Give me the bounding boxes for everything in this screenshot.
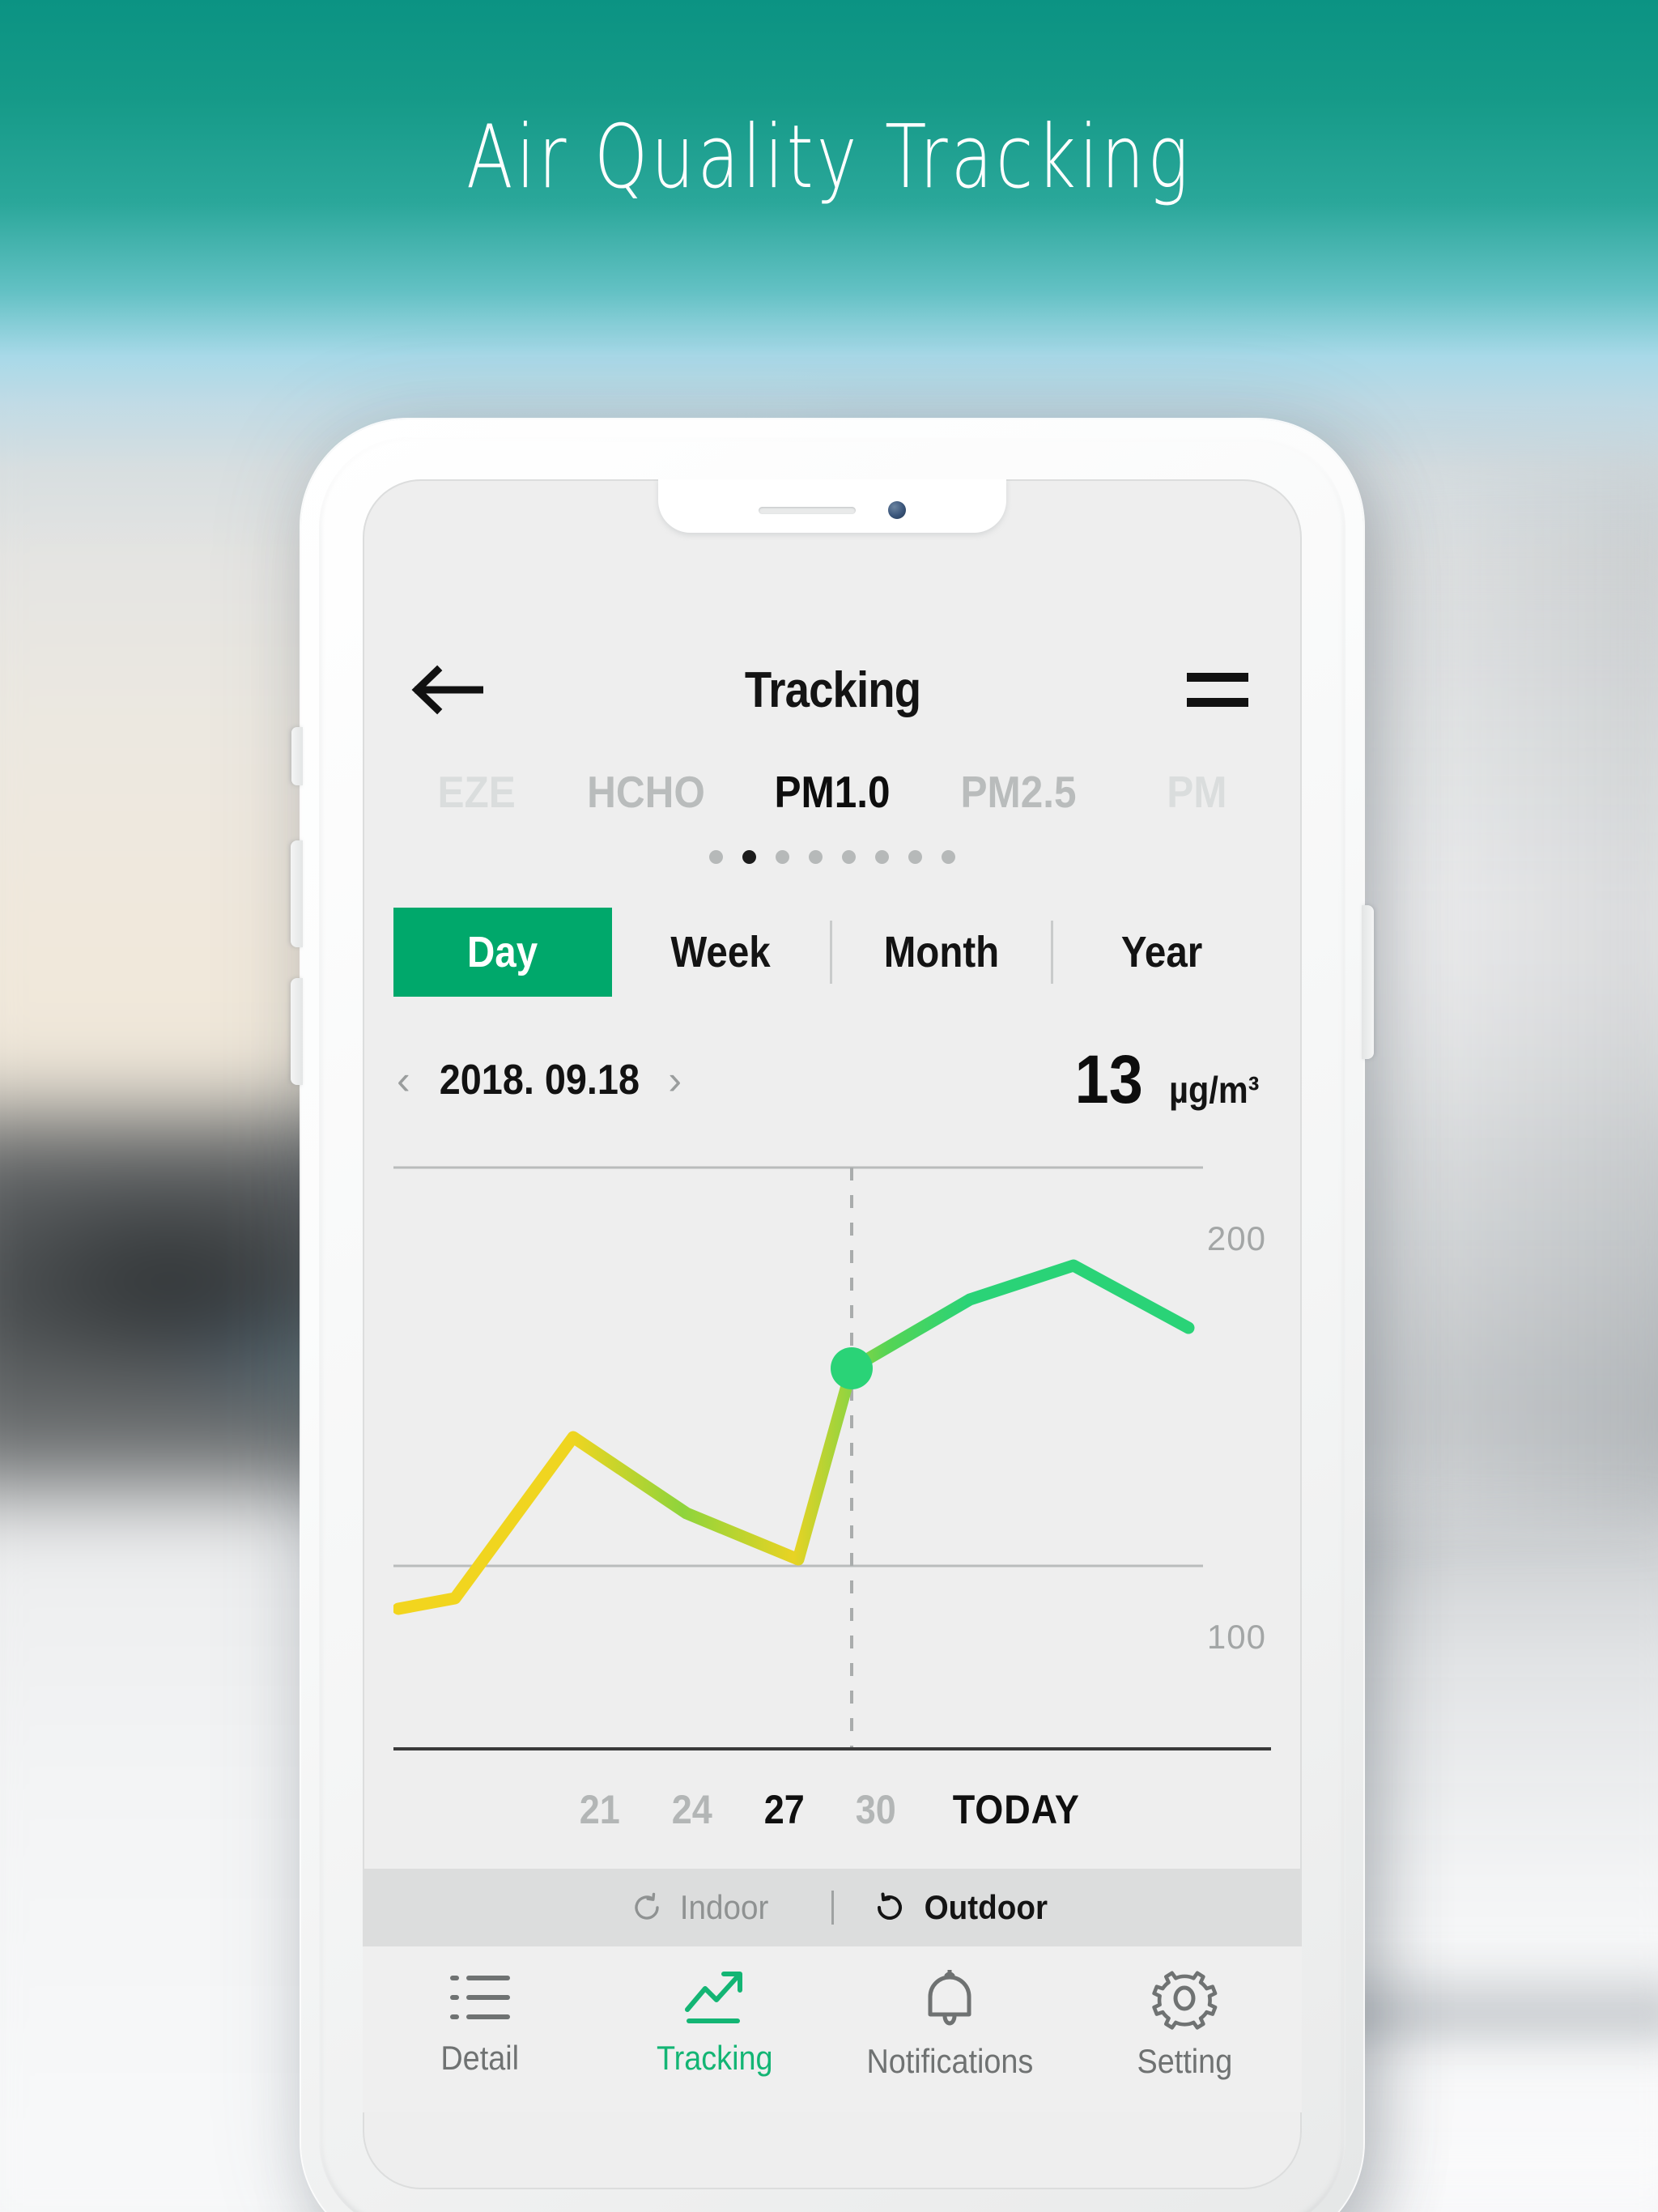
x-tick-24[interactable]: 24 <box>672 1786 712 1833</box>
gear-icon <box>1152 1971 1218 2030</box>
reading-summary: ‹ 2018. 09.18 › 13 µg/m³ <box>393 1040 1271 1119</box>
indoor-label: Indoor <box>679 1888 769 1926</box>
chart-x-axis: 21 24 27 30 TODAY <box>393 1747 1271 1869</box>
y-axis-label-200: 200 <box>1206 1219 1266 1257</box>
promo-headline: Air Quality Tracking <box>466 107 1192 208</box>
pagination-dot[interactable] <box>908 850 922 864</box>
pagination-dot[interactable] <box>842 850 856 864</box>
pagination-dot[interactable] <box>809 850 823 864</box>
phone-mockup: Tracking EZE HCHO PM1.0 PM2.5 PM Day Wee… <box>291 419 1374 2212</box>
date-selector[interactable]: ‹ 2018. 09.18 › <box>397 1056 682 1104</box>
back-arrow-icon <box>411 665 483 715</box>
range-month-button[interactable]: Month <box>832 908 1051 997</box>
chart-marker-dot <box>831 1347 873 1389</box>
outdoor-toggle[interactable]: Outdoor <box>834 1888 1093 1927</box>
nav-tracking[interactable]: Tracking <box>616 1967 814 2078</box>
tab-hcho[interactable]: HCHO <box>563 766 730 818</box>
nav-setting-label: Setting <box>1137 2042 1232 2080</box>
tab-pm25[interactable]: PM2.5 <box>935 766 1103 818</box>
tab-eze[interactable]: EZE <box>438 766 547 818</box>
current-date-label: 2018. 09.18 <box>439 1056 640 1104</box>
outdoor-label: Outdoor <box>924 1888 1048 1926</box>
pagination-dot[interactable] <box>709 850 723 864</box>
metric-tab-strip[interactable]: EZE HCHO PM1.0 PM2.5 PM <box>393 766 1271 818</box>
x-tick-27[interactable]: 27 <box>764 1786 805 1833</box>
phone-volume-down-button[interactable] <box>291 978 303 1085</box>
phone-screen: Tracking EZE HCHO PM1.0 PM2.5 PM Day Wee… <box>363 479 1302 2189</box>
range-day-button[interactable]: Day <box>393 908 612 997</box>
location-toggle[interactable]: Indoor Outdoor <box>363 1869 1302 1946</box>
bottom-navigation[interactable]: Detail Tracking Notifications Setting <box>363 1946 1302 2112</box>
nav-detail-label: Detail <box>440 2039 520 2077</box>
trending-up-icon <box>685 1972 742 2023</box>
back-button[interactable] <box>408 651 486 729</box>
promo-screenshot: Air Quality Tracking Tracking EZE HCHO P… <box>0 0 1658 2212</box>
phone-power-button[interactable] <box>1362 905 1374 1059</box>
pagination-dot[interactable] <box>875 850 889 864</box>
pagination-dot[interactable] <box>776 850 789 864</box>
pagination-dot-active[interactable] <box>742 850 756 864</box>
range-month-label: Month <box>883 928 999 976</box>
indoor-refresh-icon <box>635 1892 659 1920</box>
x-tick-21[interactable]: 21 <box>580 1786 620 1833</box>
page-title: Tracking <box>744 661 920 718</box>
hamburger-icon <box>1187 673 1248 707</box>
reading-unit: µg/m³ <box>1169 1069 1260 1111</box>
nav-setting[interactable]: Setting <box>1086 1967 1284 2081</box>
prev-date-button[interactable]: ‹ <box>397 1057 410 1104</box>
outdoor-refresh-icon <box>877 1892 902 1921</box>
nav-notifications[interactable]: Notifications <box>851 1967 1049 2081</box>
nav-detail[interactable]: Detail <box>381 1967 580 2078</box>
range-segmented-control[interactable]: Day Week Month Year <box>393 908 1271 997</box>
tab-pm-next[interactable]: PM <box>1118 766 1226 818</box>
indoor-toggle[interactable]: Indoor <box>572 1888 831 1927</box>
phone-silent-switch[interactable] <box>291 727 303 785</box>
range-year-label: Year <box>1121 928 1203 976</box>
list-icon <box>450 1976 510 2019</box>
nav-tracking-label: Tracking <box>657 2039 773 2077</box>
reading-value-group: 13 µg/m³ <box>1071 1040 1265 1119</box>
tab-pm1[interactable]: PM1.0 <box>749 766 916 818</box>
nav-notifications-label: Notifications <box>866 2042 1033 2080</box>
app-header: Tracking <box>393 625 1271 755</box>
menu-button[interactable] <box>1179 651 1256 729</box>
x-tick-today[interactable]: TODAY <box>953 1786 1080 1833</box>
bell-icon <box>928 1970 971 2026</box>
phone-volume-up-button[interactable] <box>291 840 303 947</box>
pagination-dot[interactable] <box>942 850 955 864</box>
y-axis-label-100: 100 <box>1206 1618 1266 1656</box>
tab-pagination-dots <box>393 850 1271 864</box>
range-year-button[interactable]: Year <box>1053 908 1272 997</box>
reading-value: 13 <box>1074 1041 1143 1117</box>
x-tick-30[interactable]: 30 <box>856 1786 896 1833</box>
next-date-button[interactable]: › <box>668 1057 682 1104</box>
app-root: Tracking EZE HCHO PM1.0 PM2.5 PM Day Wee… <box>363 479 1302 2189</box>
range-week-label: Week <box>670 928 771 976</box>
range-day-label: Day <box>467 928 538 976</box>
chart-svg <box>393 1166 1203 1747</box>
range-week-button[interactable]: Week <box>612 908 831 997</box>
chart-line <box>393 1259 1195 1615</box>
tracking-chart[interactable]: 200 100 <box>393 1156 1271 1747</box>
